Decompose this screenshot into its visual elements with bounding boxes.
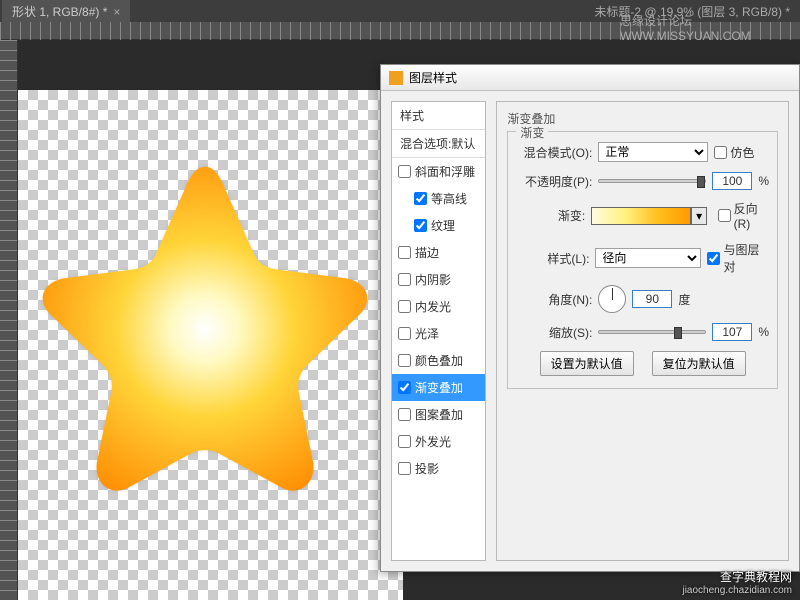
style-item-label: 外发光 <box>415 433 451 450</box>
blend-options-row[interactable]: 混合选项:默认 <box>392 130 485 158</box>
style-item[interactable]: 斜面和浮雕 <box>392 158 485 185</box>
scale-input[interactable] <box>712 323 752 341</box>
set-default-button[interactable]: 设置为默认值 <box>540 351 634 376</box>
dialog-title: 图层样式 <box>409 69 457 86</box>
style-checkbox[interactable] <box>398 408 411 421</box>
style-item[interactable]: 等高线 <box>392 185 485 212</box>
style-checkbox[interactable] <box>398 300 411 313</box>
style-checkbox[interactable] <box>414 192 427 205</box>
style-checkbox[interactable] <box>398 381 411 394</box>
style-item[interactable]: 外发光 <box>392 428 485 455</box>
dialog-titlebar[interactable]: 图层样式 <box>381 65 799 91</box>
style-checkbox[interactable] <box>398 435 411 448</box>
angle-unit: 度 <box>678 291 690 308</box>
gradient-swatch[interactable]: ▾ <box>591 207 691 225</box>
style-item[interactable]: 光泽 <box>392 320 485 347</box>
style-item-label: 图案叠加 <box>415 406 463 423</box>
style-label: 样式(L): <box>516 250 589 267</box>
gradient-label: 渐变: <box>516 207 585 224</box>
style-checkbox[interactable] <box>398 354 411 367</box>
opacity-label: 不透明度(P): <box>516 173 592 190</box>
style-select[interactable]: 径向 <box>595 248 701 268</box>
styles-panel: 样式 混合选项:默认 斜面和浮雕等高线纹理描边内阴影内发光光泽颜色叠加渐变叠加图… <box>391 101 486 561</box>
style-item-label: 描边 <box>415 244 439 261</box>
style-item[interactable]: 纹理 <box>392 212 485 239</box>
style-checkbox[interactable] <box>414 219 427 232</box>
style-item-label: 纹理 <box>431 217 455 234</box>
tab-active[interactable]: 形状 1, RGB/8#) * × <box>2 0 130 23</box>
style-item[interactable]: 内发光 <box>392 293 485 320</box>
style-checkbox[interactable] <box>398 462 411 475</box>
tab-label: 形状 1, RGB/8#) * <box>12 3 107 20</box>
style-item[interactable]: 描边 <box>392 239 485 266</box>
gradient-fieldset: 渐变 混合模式(O): 正常 仿色 不透明度(P): % <box>507 131 778 389</box>
style-item[interactable]: 渐变叠加 <box>392 374 485 401</box>
percent-label: % <box>758 174 769 188</box>
opacity-slider[interactable] <box>598 179 706 183</box>
ruler-vertical <box>0 40 18 600</box>
blend-mode-select[interactable]: 正常 <box>598 142 708 162</box>
style-list: 斜面和浮雕等高线纹理描边内阴影内发光光泽颜色叠加渐变叠加图案叠加外发光投影 <box>392 158 485 482</box>
star-shape <box>25 145 385 505</box>
style-item-label: 光泽 <box>415 325 439 342</box>
reverse-checkbox[interactable]: 反向(R) <box>718 200 769 231</box>
watermark-top: 思缘设计论坛 WWW.MISSYUAN.COM <box>620 12 800 43</box>
style-item[interactable]: 投影 <box>392 455 485 482</box>
style-item-label: 渐变叠加 <box>415 379 463 396</box>
style-item-label: 投影 <box>415 460 439 477</box>
watermark-bottom: 查字典教程网 jiaocheng.chazidian.com <box>682 568 792 596</box>
style-checkbox[interactable] <box>398 327 411 340</box>
close-icon[interactable]: × <box>113 5 120 19</box>
canvas[interactable] <box>18 90 403 600</box>
percent-label-2: % <box>758 325 769 339</box>
layer-style-dialog: 图层样式 样式 混合选项:默认 斜面和浮雕等高线纹理描边内阴影内发光光泽颜色叠加… <box>380 64 800 572</box>
align-checkbox[interactable]: 与图层对 <box>707 241 769 275</box>
style-item[interactable]: 颜色叠加 <box>392 347 485 374</box>
angle-input[interactable] <box>632 290 672 308</box>
angle-dial[interactable] <box>598 285 626 313</box>
style-checkbox[interactable] <box>398 165 411 178</box>
chevron-down-icon[interactable]: ▾ <box>691 207 707 225</box>
blend-mode-label: 混合模式(O): <box>516 144 592 161</box>
scale-slider[interactable] <box>598 330 706 334</box>
angle-label: 角度(N): <box>516 291 592 308</box>
styles-header[interactable]: 样式 <box>392 102 485 130</box>
style-item-label: 斜面和浮雕 <box>415 163 475 180</box>
style-item[interactable]: 图案叠加 <box>392 401 485 428</box>
style-item-label: 等高线 <box>431 190 467 207</box>
style-item-label: 内阴影 <box>415 271 451 288</box>
scale-label: 缩放(S): <box>516 324 592 341</box>
style-item-label: 内发光 <box>415 298 451 315</box>
app-icon <box>389 71 403 85</box>
gradient-overlay-panel: 渐变叠加 渐变 混合模式(O): 正常 仿色 不透明度(P): <box>496 101 789 561</box>
opacity-input[interactable] <box>712 172 752 190</box>
style-checkbox[interactable] <box>398 273 411 286</box>
dither-checkbox[interactable]: 仿色 <box>714 144 754 161</box>
fieldset-legend: 渐变 <box>516 124 548 141</box>
reset-default-button[interactable]: 复位为默认值 <box>652 351 746 376</box>
style-item-label: 颜色叠加 <box>415 352 463 369</box>
style-checkbox[interactable] <box>398 246 411 259</box>
style-item[interactable]: 内阴影 <box>392 266 485 293</box>
